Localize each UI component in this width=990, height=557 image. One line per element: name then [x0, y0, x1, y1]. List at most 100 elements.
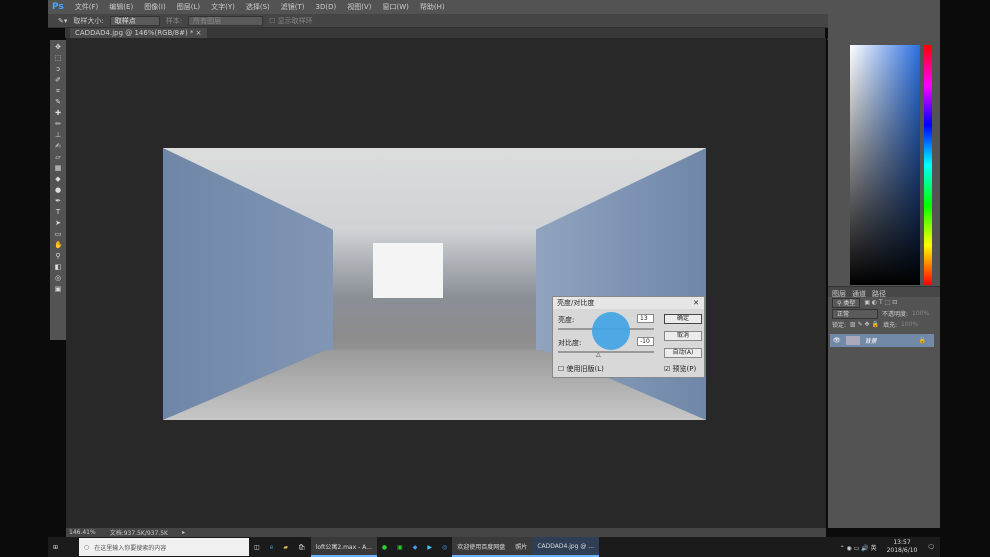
blur-tool-icon[interactable]: ◆ — [54, 175, 62, 183]
eyedropper-icon[interactable]: ✎▾ — [58, 17, 67, 25]
taskbar-app-photoshop[interactable]: CADDAD4.jpg @ ... — [532, 537, 600, 557]
document-image[interactable] — [163, 148, 706, 420]
sample-size-select[interactable]: 取样点 — [109, 15, 160, 26]
menu-type[interactable]: 文字(Y) — [211, 2, 235, 12]
tab-paths[interactable]: 路径 — [872, 289, 886, 298]
layer-name: 背景 — [864, 338, 877, 345]
menu-window[interactable]: 窗口(W) — [382, 2, 408, 12]
app-label: loft公寓2.max - A... — [315, 543, 372, 551]
hand-tool-icon[interactable]: ✋ — [54, 241, 63, 249]
brightness-input[interactable]: 13 — [637, 314, 654, 323]
hue-slider[interactable] — [924, 45, 932, 285]
lock-icons[interactable]: ▨ ✎ ✥ 🔒 — [850, 321, 879, 328]
history-brush-icon[interactable]: ✍ — [54, 142, 62, 150]
brightness-label: 亮度: — [558, 316, 575, 324]
zoom-tool-icon[interactable]: ⚲ — [54, 252, 62, 260]
wechat-icon[interactable]: ● — [377, 537, 392, 557]
explorer-icon[interactable]: ▰ — [278, 537, 293, 557]
quick-select-icon[interactable]: ✐ — [54, 76, 62, 84]
lock-icon: 🔒 — [918, 337, 926, 344]
store-icon[interactable]: 🛍 — [293, 537, 311, 557]
layer-filter-select[interactable]: ⚲ 类型 — [832, 297, 861, 308]
stamp-tool-icon[interactable]: ⊥ — [54, 131, 62, 139]
contrast-label: 对比度: — [558, 339, 582, 347]
healing-tool-icon[interactable]: ✚ — [54, 109, 62, 117]
ok-button[interactable]: 确定 — [664, 314, 702, 324]
taskbar-search[interactable]: ○ 在这里输入你要搜索的内容 — [79, 538, 250, 556]
cancel-button[interactable]: 取消 — [664, 331, 702, 341]
menu-image[interactable]: 图像(I) — [144, 2, 166, 12]
notification-icon[interactable]: 🗨 — [922, 537, 940, 557]
menu-file[interactable]: 文件(F) — [75, 2, 99, 12]
close-icon[interactable]: ✕ — [693, 297, 699, 309]
tab-layers[interactable]: 图层 — [832, 289, 846, 298]
cursor-highlight — [592, 312, 630, 350]
move-tool-icon[interactable]: ✥ — [54, 43, 62, 51]
opacity-input[interactable]: 100% — [912, 310, 929, 317]
clock[interactable]: 13:57 2018/6/10 — [882, 537, 923, 557]
auto-button[interactable]: 自动(A) — [664, 348, 702, 358]
app-icon-green[interactable]: ▣ — [392, 537, 408, 557]
status-bar: 146.41% 文档:937.5K/937.5K ▸ — [66, 528, 826, 537]
taskbar-app-baidu[interactable]: 欢迎使用百度网盘 — [452, 537, 511, 557]
tray-icons[interactable]: ⌃ ◉ ▭ 🔊 英 — [835, 537, 882, 557]
marquee-tool-icon[interactable]: ⬚ — [54, 54, 62, 62]
gradient-tool-icon[interactable]: ▦ — [54, 164, 62, 172]
date: 2018/6/10 — [886, 547, 918, 554]
layer-row-background[interactable]: 👁 背景 🔒 — [830, 334, 934, 347]
eraser-tool-icon[interactable]: ▱ — [54, 153, 62, 161]
crop-tool-icon[interactable]: ⌗ — [54, 87, 62, 95]
menu-layer[interactable]: 图层(L) — [177, 2, 200, 12]
quick-mask-icon[interactable]: ◎ — [54, 274, 62, 282]
menu-3d[interactable]: 3D(D) — [316, 3, 337, 11]
fill-input[interactable]: 100% — [901, 321, 918, 328]
legacy-checkbox[interactable]: ☐ 使用旧版(L) — [558, 364, 604, 374]
sample-size-label: 取样大小: — [73, 16, 104, 25]
app-label: 欢迎使用百度网盘 — [457, 543, 506, 551]
preview-label: 预览(P) — [672, 365, 697, 373]
preview-checkbox[interactable]: ☑ 预览(P) — [664, 364, 696, 374]
layers-panel: 图层 通道 路径 ⚲ 类型 ▣ ◐ T ⬚ ⊡ 正常 不透明度: 100% 锁定: ▨ … — [828, 286, 940, 528]
task-view-icon[interactable]: ◫ — [249, 537, 265, 557]
start-button[interactable]: ⊞ — [48, 537, 63, 557]
taskbar-app-photos[interactable]: 照片 — [510, 537, 533, 557]
lasso-tool-icon[interactable]: ↄ — [54, 65, 62, 73]
type-tool-icon[interactable]: T — [54, 208, 62, 216]
contrast-input[interactable]: -10 — [637, 337, 654, 346]
taskbar-app-3dsmax[interactable]: loft公寓2.max - A... — [310, 537, 377, 557]
zoom-level[interactable]: 146.41% — [69, 529, 96, 536]
document-tab[interactable]: CADDAD4.jpg @ 146%(RGB/8#) * × — [70, 28, 207, 38]
status-menu-arrow-icon[interactable]: ▸ — [182, 529, 185, 536]
contrast-slider[interactable] — [558, 351, 654, 353]
tab-channels[interactable]: 通道 — [852, 289, 866, 298]
blend-mode-select[interactable]: 正常 — [832, 308, 878, 319]
color-swatches-icon[interactable]: ◧ — [54, 263, 62, 271]
sample-label: 样本: — [165, 16, 183, 25]
eyedropper-tool-icon[interactable]: ✎ — [54, 98, 62, 106]
options-bar: ✎▾ 取样大小: 取样点 样本: 所有图层 ☐ 显示取样环 — [48, 14, 940, 28]
app-label: CADDAD4.jpg @ ... — [537, 542, 595, 550]
filter-icons[interactable]: ▣ ◐ T ⬚ ⊡ — [864, 299, 897, 306]
browser-icon[interactable]: ◎ — [437, 537, 452, 557]
dodge-tool-icon[interactable]: ● — [54, 186, 62, 194]
screen-mode-icon[interactable]: ▣ — [54, 285, 62, 293]
player-icon[interactable]: ▶ — [422, 537, 437, 557]
pen-tool-icon[interactable]: ✒ — [54, 197, 62, 205]
menu-edit[interactable]: 编辑(E) — [109, 2, 133, 12]
show-ring-checkbox[interactable]: ☐ 显示取样环 — [269, 16, 313, 26]
app-label: 照片 — [515, 543, 528, 551]
shape-tool-icon[interactable]: ▭ — [54, 230, 62, 238]
app-icon-blue[interactable]: ◆ — [408, 537, 423, 557]
contrast-slider-handle[interactable]: △ — [596, 351, 601, 358]
menu-select[interactable]: 选择(S) — [246, 2, 270, 12]
dialog-title: 亮度/对比度 — [557, 299, 595, 307]
menu-view[interactable]: 视图(V) — [347, 2, 371, 12]
sample-select[interactable]: 所有图层 — [188, 15, 264, 26]
edge-icon[interactable]: e — [265, 537, 279, 557]
brush-tool-icon[interactable]: ✏ — [54, 120, 62, 128]
path-select-icon[interactable]: ➤ — [54, 219, 62, 227]
color-field[interactable] — [850, 45, 920, 285]
menu-help[interactable]: 帮助(H) — [420, 2, 445, 12]
eye-icon[interactable]: 👁 — [833, 337, 841, 344]
menu-filter[interactable]: 滤镜(T) — [281, 2, 305, 12]
